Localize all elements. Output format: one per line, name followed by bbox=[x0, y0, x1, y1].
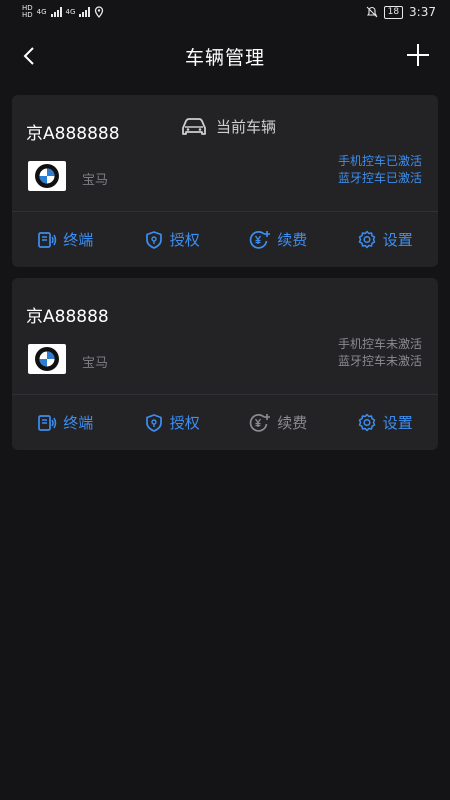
renew-label: 续费 bbox=[277, 414, 308, 432]
brand-name: 宝马 bbox=[82, 173, 109, 188]
control-status: 手机控车未激活 蓝牙控车未激活 bbox=[338, 336, 422, 370]
bmw-logo-icon bbox=[28, 344, 66, 374]
terminal-label: 终端 bbox=[63, 231, 94, 249]
network-type-1: 4G bbox=[36, 7, 47, 16]
shield-icon bbox=[145, 413, 162, 432]
status-time: 3:37 bbox=[409, 5, 436, 19]
vehicle-card[interactable]: 京A888888 当前车辆 宝马 手机控车已激活 蓝牙控车已激活 终端 授权 续… bbox=[12, 95, 438, 267]
renew-button[interactable]: 续费 bbox=[225, 212, 332, 267]
status-left: HD HD 4G 4G bbox=[22, 5, 104, 19]
page-title: 车辆管理 bbox=[184, 47, 265, 69]
terminal-label: 终端 bbox=[63, 414, 94, 432]
plus-icon bbox=[407, 44, 429, 66]
phone-control-status: 手机控车已激活 bbox=[337, 154, 422, 168]
settings-label: 设置 bbox=[382, 414, 413, 432]
terminal-button[interactable]: 终端 bbox=[12, 395, 119, 450]
settings-button[interactable]: 设置 bbox=[332, 395, 439, 450]
vehicle-actions: 终端 授权 续费 设置 bbox=[12, 212, 438, 267]
renew-label: 续费 bbox=[277, 231, 308, 249]
gear-icon bbox=[358, 413, 375, 431]
status-right: 18 3:37 bbox=[366, 5, 436, 19]
signal-icon bbox=[50, 7, 62, 17]
terminal-button[interactable]: 终端 bbox=[12, 212, 119, 267]
shield-icon bbox=[145, 230, 162, 249]
gear-icon bbox=[358, 230, 375, 248]
authorize-label: 授权 bbox=[169, 414, 200, 432]
nav-bar: 车辆管理 bbox=[0, 28, 450, 84]
settings-label: 设置 bbox=[382, 231, 413, 249]
car-icon bbox=[182, 117, 206, 135]
yen-coin-icon bbox=[249, 230, 271, 249]
authorize-button[interactable]: 授权 bbox=[119, 395, 226, 450]
location-icon bbox=[95, 6, 104, 18]
plate-number: 京A888888 bbox=[26, 124, 120, 144]
bluetooth-control-status: 蓝牙控车未激活 bbox=[337, 354, 422, 368]
current-vehicle-tag: 当前车辆 bbox=[180, 116, 276, 137]
network-type-2: 4G bbox=[65, 7, 76, 16]
renew-button[interactable]: 续费 bbox=[225, 395, 332, 450]
vehicle-card[interactable]: 京A88888 宝马 手机控车未激活 蓝牙控车未激活 终端 授权 续费 设置 bbox=[12, 278, 438, 450]
plate-number: 京A88888 bbox=[26, 307, 109, 327]
authorize-label: 授权 bbox=[169, 231, 200, 249]
phone-control-status: 手机控车未激活 bbox=[337, 337, 422, 351]
terminal-icon bbox=[38, 231, 57, 248]
bmw-logo-icon bbox=[28, 161, 66, 191]
battery-icon: 18 bbox=[383, 5, 404, 19]
yen-coin-icon bbox=[249, 413, 271, 432]
bluetooth-control-status: 蓝牙控车已激活 bbox=[337, 171, 422, 185]
sim-indicator: HD HD bbox=[22, 4, 33, 19]
status-bar: HD HD 4G 4G 18 3:37 bbox=[0, 0, 450, 26]
control-status: 手机控车已激活 蓝牙控车已激活 bbox=[338, 153, 422, 187]
add-vehicle-button[interactable] bbox=[404, 41, 432, 69]
vehicle-actions: 终端 授权 续费 设置 bbox=[12, 395, 438, 450]
current-vehicle-label: 当前车辆 bbox=[216, 118, 277, 136]
signal-icon-2 bbox=[79, 7, 91, 17]
mute-bell-icon bbox=[366, 6, 377, 18]
terminal-icon bbox=[38, 414, 57, 431]
authorize-button[interactable]: 授权 bbox=[119, 212, 226, 267]
brand-name: 宝马 bbox=[82, 356, 109, 371]
settings-button[interactable]: 设置 bbox=[332, 212, 439, 267]
